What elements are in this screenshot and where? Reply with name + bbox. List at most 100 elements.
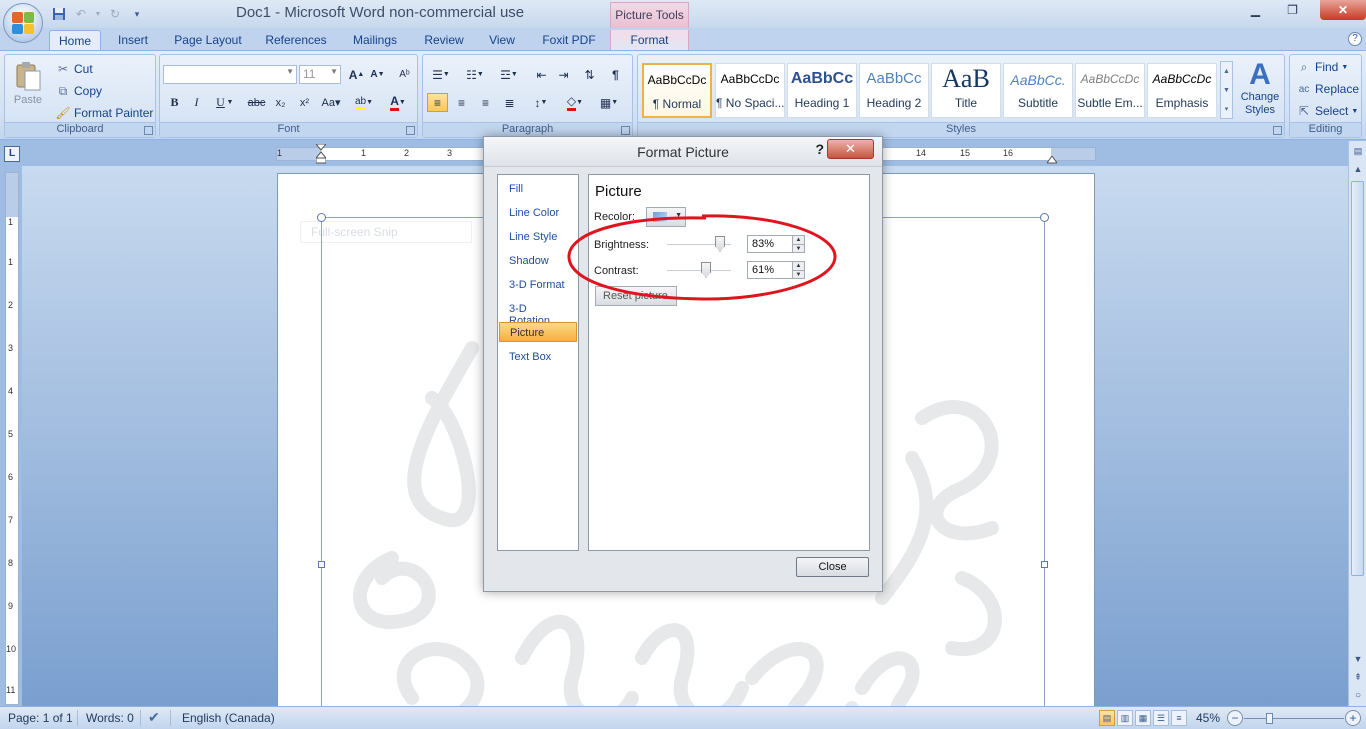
increase-indent-icon[interactable]: ⇥ [553,65,574,84]
scroll-thumb[interactable] [1351,181,1364,576]
italic-icon[interactable]: I [186,93,207,112]
recolor-button[interactable]: ▼ [646,207,686,227]
contrast-spinner[interactable]: 61% ▲ ▼ [747,261,805,279]
nav-text-box[interactable]: Text Box [499,347,577,367]
brightness-slider-thumb[interactable] [715,236,725,252]
multilevel-list-icon[interactable]: ☲ ▼ [495,65,523,84]
superscript-icon[interactable]: x² [294,93,315,112]
subscript-icon[interactable]: x₂ [270,93,291,112]
sort-icon[interactable]: ⇅ [579,65,600,84]
font-color-icon[interactable]: A ▼ [384,93,412,112]
word-count[interactable]: Words: 0 [86,711,134,725]
tab-page-layout[interactable]: Page Layout [168,30,248,51]
resize-handle[interactable] [1041,561,1048,568]
scroll-up-icon[interactable]: ▲ [1350,161,1366,177]
language-indicator[interactable]: English (Canada) [182,711,275,725]
style-subtitle[interactable]: AaBbCc. Subtitle [1003,63,1073,118]
align-left-icon[interactable]: ≡ [427,93,448,112]
office-button[interactable] [3,3,43,43]
replace-button[interactable]: ac Replace [1296,81,1359,97]
nav-3d-format[interactable]: 3-D Format [499,275,577,295]
change-case-icon[interactable]: Aa▾ [318,93,344,112]
bold-icon[interactable]: B [164,93,185,112]
style-emphasis[interactable]: AaBbCcDc Emphasis [1147,63,1217,118]
spin-down-icon[interactable]: ▼ [792,244,804,252]
dialog-close-button[interactable]: Close [796,557,869,577]
font-name-combo[interactable]: ▼ [163,65,297,84]
tab-foxit-pdf[interactable]: Foxit PDF [536,30,602,51]
restore-icon[interactable]: ❐ [1279,0,1306,20]
customize-qat-icon[interactable]: ▾ [128,5,146,23]
dialog-close-icon[interactable]: ✕ [827,139,874,159]
minimize-icon[interactable]: ▁ [1242,0,1269,20]
nav-shadow[interactable]: Shadow [499,251,577,271]
shading-icon[interactable]: ◇ ▼ [561,93,589,112]
tab-mailings[interactable]: Mailings [344,30,406,51]
contrast-slider[interactable] [667,262,731,278]
highlight-icon[interactable]: ab ▼ [350,93,378,112]
zoom-slider[interactable] [1244,713,1344,724]
decrease-indent-icon[interactable]: ⇤ [531,65,552,84]
previous-page-icon[interactable]: ⇞ [1350,669,1366,685]
tab-selector-icon[interactable]: L [4,146,20,162]
shrink-font-icon[interactable]: A ▼ [367,65,388,84]
close-window-icon[interactable]: ✕ [1320,0,1366,20]
show-formatting-icon[interactable]: ¶ [605,65,626,84]
redo-icon[interactable]: ↻ [106,5,124,23]
paste-button[interactable]: Paste [13,61,43,111]
bullets-icon[interactable]: ☰ ▼ [427,65,455,84]
tab-format[interactable]: Format [610,30,689,51]
vertical-ruler[interactable]: 1 1 2 3 4 5 6 7 8 9 10 11 [5,172,19,705]
nav-picture[interactable]: Picture [499,322,577,342]
tab-view[interactable]: View [482,30,522,51]
right-indent-marker-icon[interactable] [1046,153,1058,164]
dialog-help-icon[interactable]: ? [815,141,824,157]
copy-button[interactable]: ⧉ Copy [55,83,102,99]
ruler-toggle-icon[interactable]: ▤ [1350,143,1366,159]
undo-icon[interactable]: ↶ [72,5,90,23]
styles-launcher-icon[interactable] [1273,126,1282,135]
zoom-level[interactable]: 45% [1196,711,1220,725]
resize-handle[interactable] [317,213,326,222]
help-icon[interactable]: ? [1348,32,1362,46]
style-heading-1[interactable]: AaBbCc Heading 1 [787,63,857,118]
zoom-slider-thumb[interactable] [1266,713,1273,724]
clear-formatting-icon[interactable]: Aᵇ [394,65,415,84]
nav-3d-rotation[interactable]: 3-D Rotation [499,299,577,327]
resize-handle[interactable] [1040,213,1049,222]
proofing-icon[interactable]: ✔ [148,709,160,726]
scroll-down-icon[interactable]: ▼ [1350,651,1366,667]
nav-line-style[interactable]: Line Style [499,227,577,247]
numbering-icon[interactable]: ☷ ▼ [461,65,489,84]
strikethrough-icon[interactable]: abc [246,93,267,112]
change-styles-button[interactable]: A Change Styles [1238,59,1282,121]
spin-down-icon[interactable]: ▼ [792,270,804,278]
align-center-icon[interactable]: ≡ [451,93,472,112]
align-right-icon[interactable]: ≡ [475,93,496,112]
style-no-spacing[interactable]: AaBbCcDc ¶ No Spaci... [715,63,785,118]
nav-fill[interactable]: Fill [499,179,577,199]
paragraph-launcher-icon[interactable] [621,126,630,135]
undo-dropdown-icon[interactable]: ▼ [94,5,102,23]
style-normal[interactable]: AaBbCcDc ¶ Normal [642,63,712,118]
clipboard-launcher-icon[interactable] [144,126,153,135]
full-screen-reading-icon[interactable]: ▥ [1117,710,1133,726]
nav-line-color[interactable]: Line Color [499,203,577,223]
contrast-slider-thumb[interactable] [701,262,711,278]
style-heading-2[interactable]: AaBbCc Heading 2 [859,63,929,118]
format-painter-button[interactable]: 🖌 Format Painter [55,105,153,121]
borders-icon[interactable]: ▦ ▼ [595,93,623,112]
style-subtle-emphasis[interactable]: AaBbCcDc Subtle Em... [1075,63,1145,118]
underline-dropdown-icon[interactable]: ▼ [224,93,236,112]
font-size-combo[interactable]: 11 ▼ [299,65,341,84]
brightness-spinner[interactable]: 83% ▲ ▼ [747,235,805,253]
outline-icon[interactable]: ☰ [1153,710,1169,726]
spin-up-icon[interactable]: ▲ [792,262,804,270]
tab-references[interactable]: References [258,30,334,51]
select-button[interactable]: ⇱ Select ▼ [1296,103,1358,119]
select-browse-object-icon[interactable]: ○ [1350,687,1366,703]
tab-review[interactable]: Review [416,30,472,51]
save-icon[interactable] [50,5,68,23]
web-layout-icon[interactable]: ▦ [1135,710,1151,726]
grow-font-icon[interactable]: A ▲ [346,65,367,84]
